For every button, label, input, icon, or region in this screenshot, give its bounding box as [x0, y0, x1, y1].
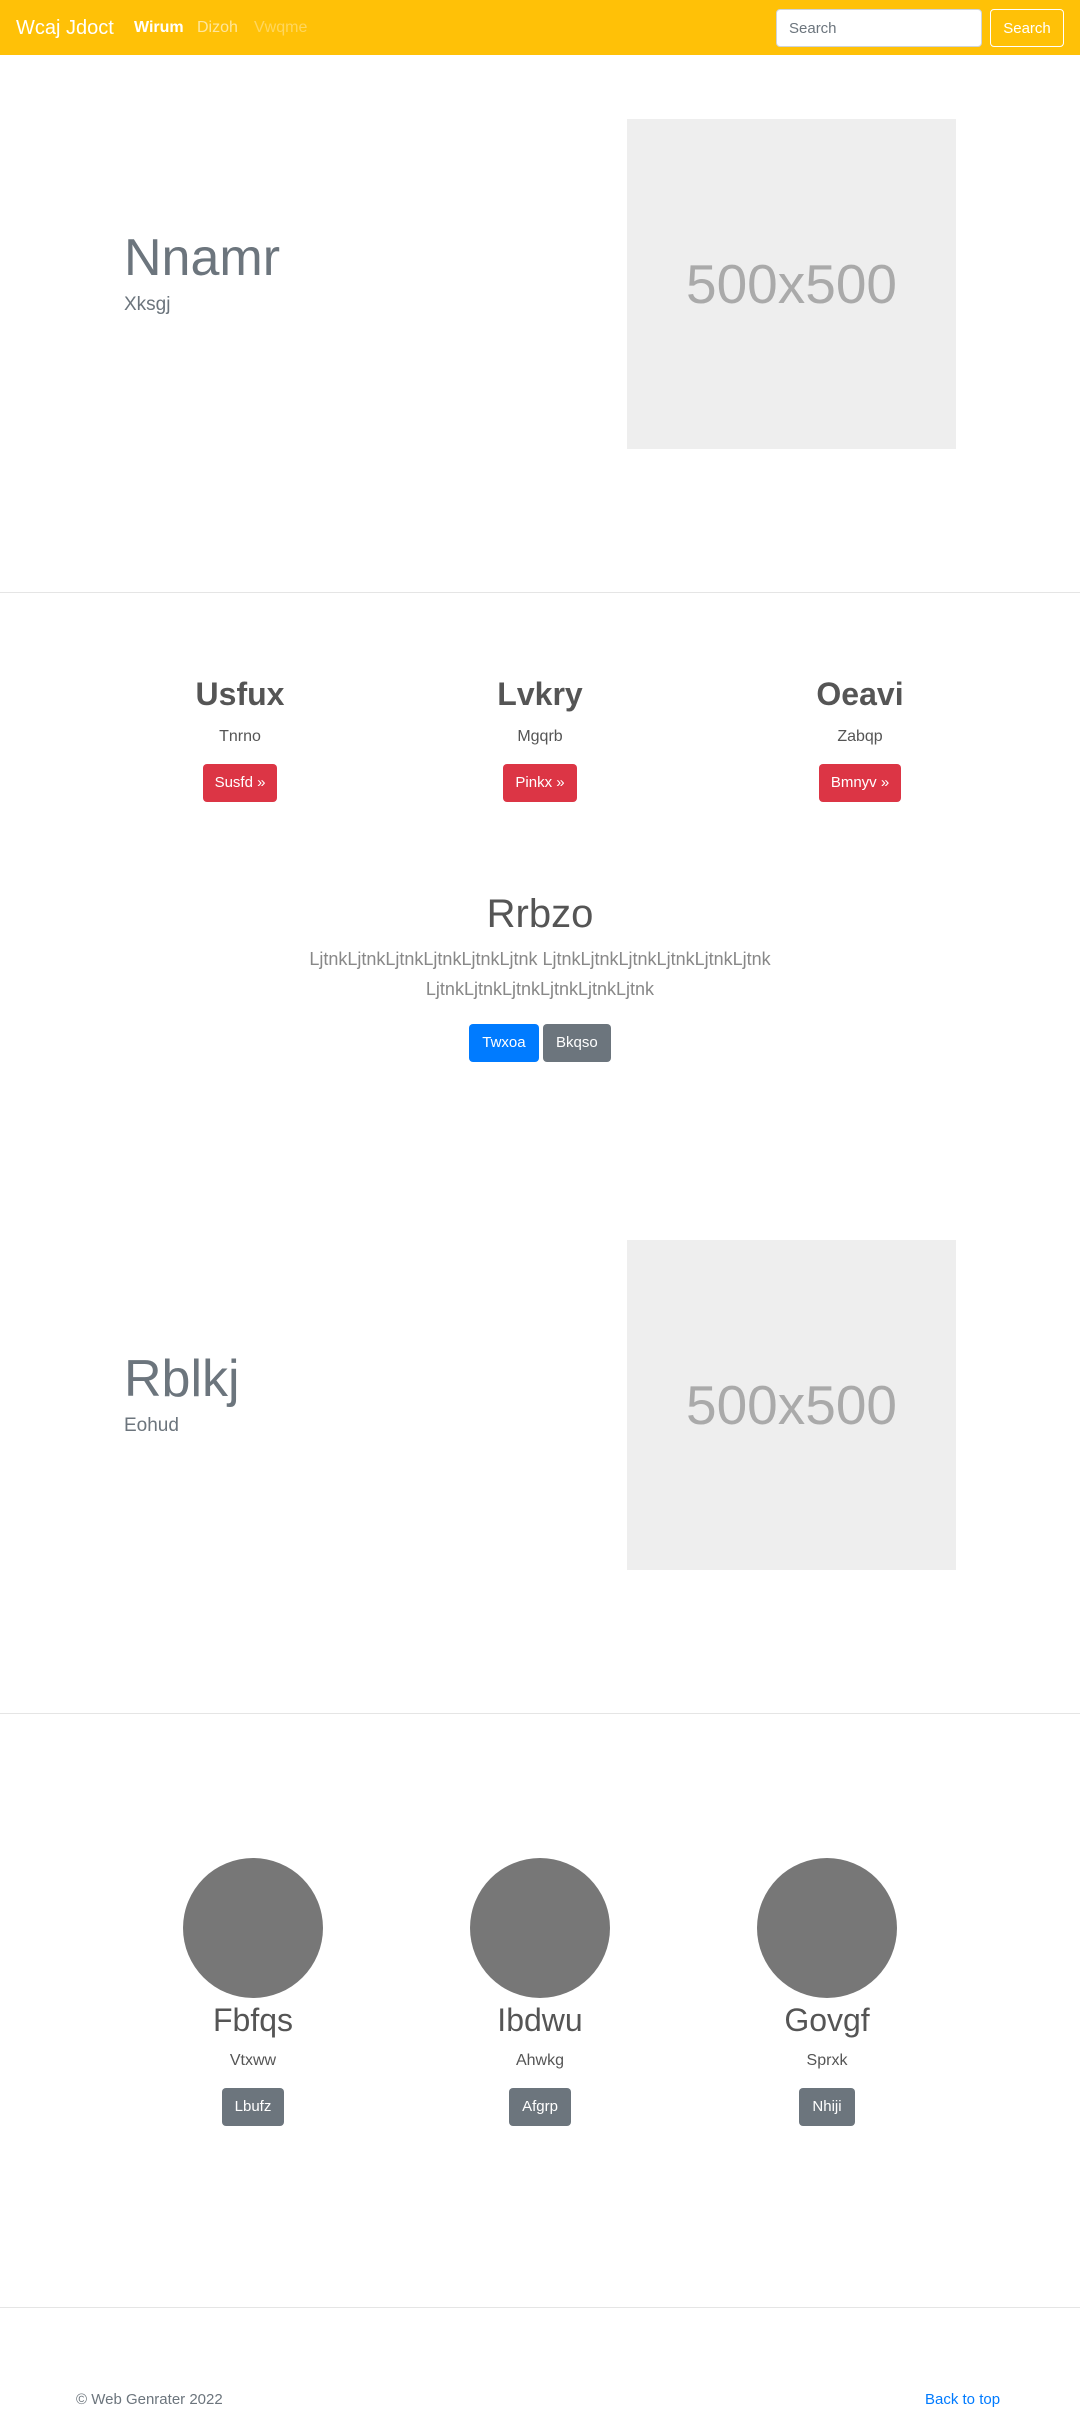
jumbotron-lead: LjtnkLjtnkLjtnkLjtnkLjtnkLjtnk LjtnkLjtn…	[309, 949, 771, 999]
column-text: Tnrno	[219, 728, 261, 745]
marketing-text: Sprxk	[806, 2052, 848, 2069]
marketing-title: Ibdwu	[497, 2002, 583, 2038]
marketing-button[interactable]: Nhiji	[799, 2088, 855, 2126]
jumbotron-heading: Rrbzo	[486, 892, 594, 936]
image-size-label: 500x500	[685, 1374, 898, 1436]
featurette-heading: Rblkj	[124, 1350, 240, 1408]
marketing-item-fbfqs: Fbfqs Vtxww Lbufz	[123, 1858, 383, 2126]
column-oeavi: Oeavi Zabqp Bmnyv »	[710, 674, 1010, 802]
column-title: Usfux	[195, 676, 285, 712]
divider	[0, 2307, 1080, 2308]
navbar-brand[interactable]: Wcaj Jdoct	[16, 14, 114, 42]
avatar-placeholder	[470, 1858, 610, 1998]
search-button[interactable]: Search	[990, 9, 1064, 47]
column-button[interactable]: Bmnyv »	[818, 764, 902, 802]
search-input[interactable]	[776, 9, 982, 47]
featurette-image: 500x500	[627, 119, 956, 449]
marketing-item-govgf: Govgf Sprxk Nhiji	[697, 1858, 957, 2126]
marketing-title: Govgf	[784, 2002, 870, 2038]
featurette-image: 500x500	[627, 1240, 956, 1570]
marketing-button[interactable]: Afgrp	[509, 2088, 571, 2126]
navbar: Wcaj Jdoct Wirum Dizoh Vwqme Search	[0, 0, 1080, 55]
nav-link-vwqme[interactable]: Vwqme	[254, 17, 307, 39]
marketing-item-ibdwu: Ibdwu Ahwkg Afgrp	[410, 1858, 670, 2126]
avatar-placeholder	[183, 1858, 323, 1998]
footer-copyright: © Web Genrater 2022	[76, 2391, 223, 2408]
secondary-button[interactable]: Bkqso	[543, 1024, 611, 1062]
back-to-top-link[interactable]: Back to top	[925, 2389, 1000, 2411]
column-text: Mgqrb	[517, 728, 563, 745]
nav-link-dizoh[interactable]: Dizoh	[197, 17, 238, 39]
marketing-text: Vtxww	[229, 2052, 277, 2069]
featurette-lead: Xksgj	[124, 294, 171, 315]
column-button[interactable]: Susfd »	[202, 764, 278, 802]
column-title: Lvkry	[497, 676, 583, 712]
marketing-text: Ahwkg	[515, 2052, 565, 2069]
divider	[0, 1713, 1080, 1714]
avatar-placeholder	[757, 1858, 897, 1998]
marketing-title: Fbfqs	[212, 2002, 294, 2038]
featurette-lead: Eohud	[124, 1415, 179, 1436]
image-size-label: 500x500	[685, 253, 898, 315]
nav-link-wirum[interactable]: Wirum	[134, 17, 184, 39]
column-text: Zabqp	[837, 728, 883, 745]
divider	[0, 592, 1080, 593]
column-button[interactable]: Pinkx »	[503, 764, 577, 802]
column-title: Oeavi	[816, 676, 904, 712]
column-usfux: Usfux Tnrno Susfd »	[90, 674, 390, 802]
featurette-heading: Nnamr	[124, 229, 281, 287]
jumbotron: Rrbzo LjtnkLjtnkLjtnkLjtnkLjtnkLjtnk Ljt…	[0, 890, 1080, 1062]
marketing-button[interactable]: Lbufz	[221, 2088, 285, 2126]
primary-button[interactable]: Twxoa	[469, 1024, 539, 1062]
column-lvkry: Lvkry Mgqrb Pinkx »	[390, 674, 690, 802]
